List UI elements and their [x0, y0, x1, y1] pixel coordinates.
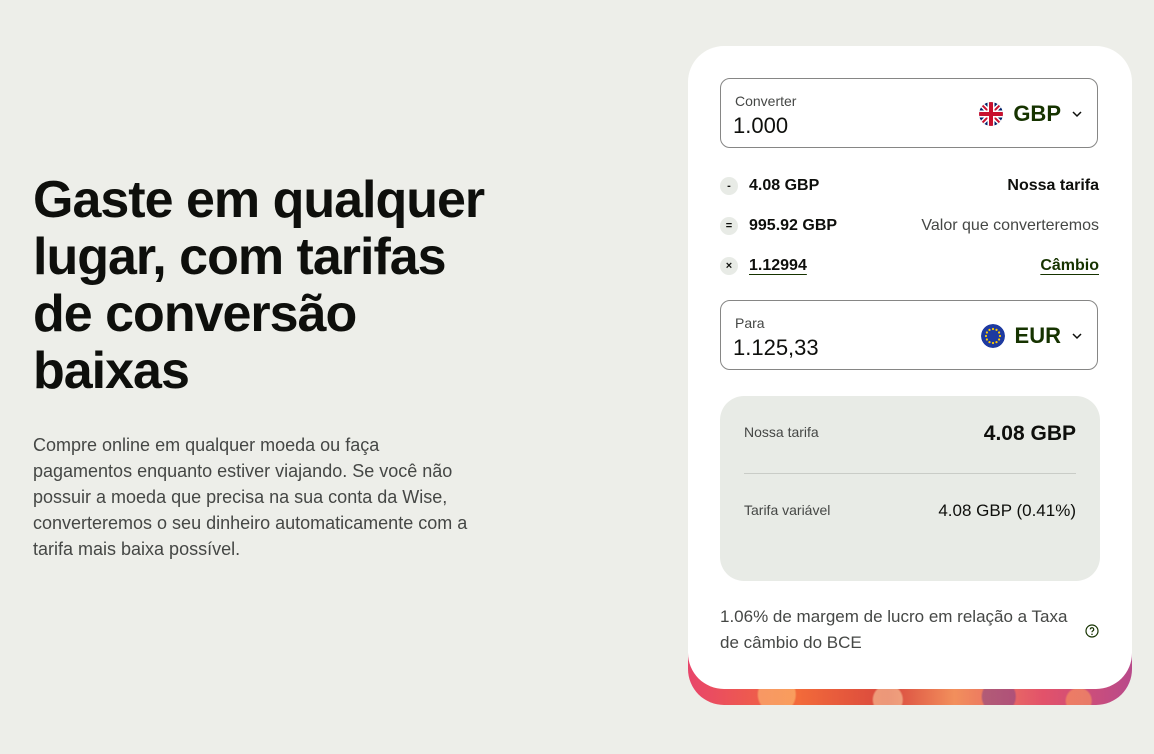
breakdown-fee-value: 4.08 GBP	[983, 422, 1076, 445]
chevron-down-icon	[1072, 111, 1082, 118]
multiply-icon: ×	[720, 257, 738, 275]
receive-currency-select[interactable]: EUR	[980, 323, 1083, 349]
converter-card: Converter GBP	[688, 46, 1132, 689]
fee-row-our-fee: - 4.08 GBP Nossa tarifa	[720, 174, 1099, 198]
chevron-down-icon	[1072, 333, 1082, 340]
help-icon[interactable]	[1085, 624, 1099, 638]
fee-label: Nossa tarifa	[1007, 177, 1099, 194]
receive-amount-input[interactable]	[733, 335, 953, 361]
send-amount-input[interactable]	[733, 113, 953, 139]
minus-icon: -	[720, 177, 738, 195]
send-currency-code: GBP	[1013, 101, 1061, 126]
fee-amount: 4.08 GBP	[749, 177, 820, 194]
eu-flag-icon	[980, 324, 1005, 348]
exchange-rate-label-link[interactable]: Câmbio	[1040, 257, 1099, 275]
exchange-rate-link[interactable]: 1.12994	[749, 257, 807, 275]
receive-currency-code: EUR	[1014, 323, 1061, 348]
hero-title: Gaste em qualquer lugar, com tarifas de …	[33, 171, 485, 400]
hero-description: Compre online em qualquer moeda ou faça …	[33, 435, 468, 559]
variable-fee-label: Tarifa variável	[744, 502, 831, 518]
uk-flag-icon	[979, 102, 1004, 126]
send-currency-select[interactable]: GBP	[979, 101, 1083, 127]
margin-footnote: 1.06% de margem de lucro em relação a Ta…	[720, 607, 1068, 652]
receive-amount-label: Para	[735, 315, 765, 331]
fee-row-exchange-rate: × 1.12994 Câmbio	[720, 254, 1099, 278]
send-amount-field[interactable]: Converter GBP	[720, 78, 1098, 148]
fee-breakdown-panel: Nossa tarifa 4.08 GBP Tarifa variável 4.…	[720, 396, 1100, 581]
equals-icon: =	[720, 217, 738, 235]
breakdown-divider	[744, 473, 1076, 474]
fee-row-converted-amount: = 995.92 GBP Valor que converteremos	[720, 214, 1099, 238]
send-amount-label: Converter	[735, 93, 797, 109]
variable-fee-value: 4.08 GBP (0.41%)	[938, 501, 1076, 520]
page: Gaste em qualquer lugar, com tarifas de …	[0, 0, 1154, 754]
breakdown-fee-label: Nossa tarifa	[744, 424, 819, 440]
receive-amount-field[interactable]: Para 1.125,33 EUR	[720, 300, 1098, 370]
converted-amount-label: Valor que converteremos	[921, 217, 1099, 234]
converted-amount: 995.92 GBP	[749, 217, 838, 234]
